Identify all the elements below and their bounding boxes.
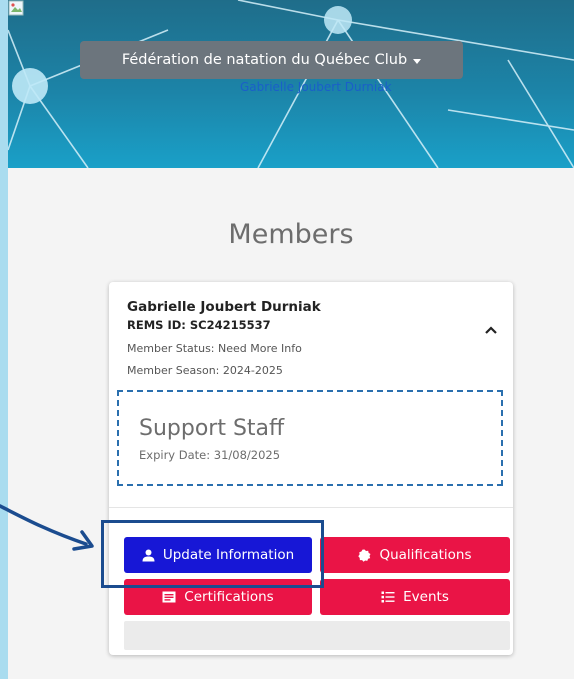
qualifications-button[interactable]: Qualifications [320,537,510,573]
card-divider [109,507,513,508]
id-card-icon [162,591,176,603]
member-name: Gabrielle Joubert Durniak [127,299,321,315]
certifications-label: Certifications [184,589,274,605]
events-label: Events [403,589,449,605]
badge-icon [358,549,371,562]
member-status: Member Status: Need More Info [127,342,302,355]
events-button[interactable]: Events [320,579,510,615]
role-panel: Support Staff Expiry Date: 31/08/2025 [117,390,503,486]
collapse-toggle-button[interactable] [481,320,501,340]
member-rems-id: REMS ID: SC24215537 [127,318,271,332]
club-selector-dropdown[interactable]: Fédération de natation du Québec Club [80,41,463,79]
card-footer [124,621,510,650]
role-expiry-date: Expiry Date: 31/08/2025 [139,448,281,462]
page-title: Members [228,219,354,250]
caret-down-icon [413,58,422,64]
header-banner: Fédération de natation du Québec Club Ga… [8,0,574,168]
club-selector-label: Fédération de natation du Québec Club [121,52,408,68]
role-title: Support Staff [139,416,285,441]
chevron-up-icon [485,326,497,334]
member-season: Member Season: 2024-2025 [127,364,283,377]
qualifications-label: Qualifications [379,547,472,563]
member-card: Gabrielle Joubert Durniak REMS ID: SC242… [109,282,513,655]
broken-image-icon [8,0,24,16]
user-profile-link[interactable]: Gabrielle Joubert Durniak [240,80,392,94]
annotation-arrow-icon [0,504,94,551]
annotation-highlight-box [101,520,324,588]
list-icon [381,591,395,603]
